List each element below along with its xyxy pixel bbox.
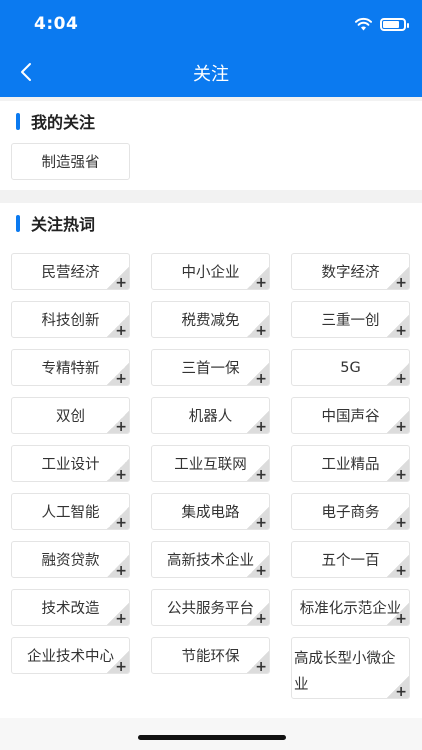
add-icon [107,555,129,577]
bottom-area [0,718,422,750]
add-icon [247,459,269,481]
my-follow-tag[interactable]: 制造强省 [11,143,130,180]
add-icon [247,411,269,433]
hot-word-tag[interactable]: 高新技术企业 [151,541,270,578]
app-header: 4:04 关注 [0,0,422,97]
tag-label: 电子商务 [321,505,380,521]
add-icon [107,603,129,625]
hot-word-tag[interactable]: 机器人 [151,397,270,434]
add-icon [107,507,129,529]
hot-word-tag[interactable]: 税费减免 [151,301,270,338]
tag-label: 5G [340,359,361,376]
hot-words-header: 关注热词 [16,211,95,235]
hot-word-tag[interactable]: 5G [291,349,410,386]
add-icon [107,651,129,673]
add-icon [107,411,129,433]
hot-word-tag[interactable]: 双创 [11,397,130,434]
hot-word-tag[interactable]: 工业设计 [11,445,130,482]
tag-label: 技术改造 [41,601,100,617]
add-icon [387,315,409,337]
tag-label: 集成电路 [181,505,240,521]
battery-icon [380,17,409,31]
home-indicator [138,735,286,740]
tag-label: 高新技术企业 [167,553,254,569]
hot-word-tag[interactable]: 工业精品 [291,445,410,482]
add-icon [387,363,409,385]
wifi-icon [355,17,372,31]
tag-label: 工业设计 [41,457,100,473]
hot-words-section: 关注热词 民营经济 中小企业 数字经济科技创新 税费减免 三重一创专精特新 三首一保 5G 双… [0,203,422,718]
tag-label: 工业精品 [321,457,380,473]
add-icon [387,459,409,481]
section-marker [16,214,20,232]
hot-word-tag[interactable]: 工业互联网 [151,445,270,482]
tag-label: 企业技术中心 [27,649,114,665]
tag-label: 专精特新 [41,361,100,377]
tag-label: 数字经济 [321,265,380,281]
add-icon [247,651,269,673]
tag-label: 公共服务平台 [167,601,254,617]
hot-word-tag[interactable]: 电子商务 [291,493,410,530]
tag-label: 双创 [56,409,85,425]
my-follow-section: 我的关注 制造强省 [0,101,422,190]
hot-word-tag[interactable]: 企业技术中心 [11,637,130,674]
tag-label: 工业互联网 [174,457,247,473]
tag-label: 机器人 [188,409,233,425]
hot-word-tag[interactable]: 中国声谷 [291,397,410,434]
hot-word-tag[interactable]: 数字经济 [291,253,410,290]
tag-label: 税费减免 [181,313,240,329]
my-follow-title: 我的关注 [31,113,96,132]
add-icon [387,267,409,289]
hot-word-tag[interactable]: 集成电路 [151,493,270,530]
tag-label: 科技创新 [41,313,100,329]
add-icon [247,555,269,577]
hot-word-tag[interactable]: 公共服务平台 [151,589,270,626]
tag-label: 民营经济 [41,265,100,281]
status-time: 4:04 [34,14,79,34]
tag-label: 三重一创 [321,313,380,329]
status-icons [355,17,409,31]
hot-word-tag[interactable]: 节能环保 [151,637,270,674]
tag-label: 中国声谷 [321,409,380,425]
status-bar: 4:04 [0,14,422,38]
hot-words-title: 关注热词 [31,215,96,234]
add-icon [387,555,409,577]
hot-word-tag[interactable]: 科技创新 [11,301,130,338]
add-icon [107,459,129,481]
tag-label: 制造强省 [41,155,100,171]
add-icon [387,507,409,529]
add-icon [107,315,129,337]
tag-label: 三首一保 [181,361,240,377]
tag-label: 中小企业 [181,265,240,281]
add-icon [107,363,129,385]
add-icon [387,411,409,433]
hot-word-tag[interactable]: 高成长型小微企业 [291,637,410,699]
add-icon [247,507,269,529]
section-marker [16,112,20,130]
hot-word-tag[interactable]: 专精特新 [11,349,130,386]
hot-word-tag[interactable]: 技术改造 [11,589,130,626]
hot-word-tag[interactable]: 三重一创 [291,301,410,338]
add-icon [247,363,269,385]
hot-word-tag[interactable]: 中小企业 [151,253,270,290]
add-icon [247,603,269,625]
tag-label: 融资贷款 [41,553,100,569]
tag-label: 节能环保 [181,649,240,665]
hot-word-tag[interactable]: 融资贷款 [11,541,130,578]
hot-word-tag[interactable]: 人工智能 [11,493,130,530]
tag-label: 五个一百 [321,553,380,569]
hot-word-tag[interactable]: 三首一保 [151,349,270,386]
tag-label: 人工智能 [41,505,100,521]
nav-bar: 关注 [0,52,422,92]
add-icon [247,315,269,337]
add-icon [387,603,409,625]
add-icon [387,676,409,698]
add-icon [107,267,129,289]
page-title: 关注 [193,64,229,85]
hot-word-tag[interactable]: 民营经济 [11,253,130,290]
hot-word-tag[interactable]: 五个一百 [291,541,410,578]
hot-word-tag[interactable]: 标准化示范企业 [291,589,410,626]
add-icon [247,267,269,289]
my-follow-header: 我的关注 [16,109,95,133]
